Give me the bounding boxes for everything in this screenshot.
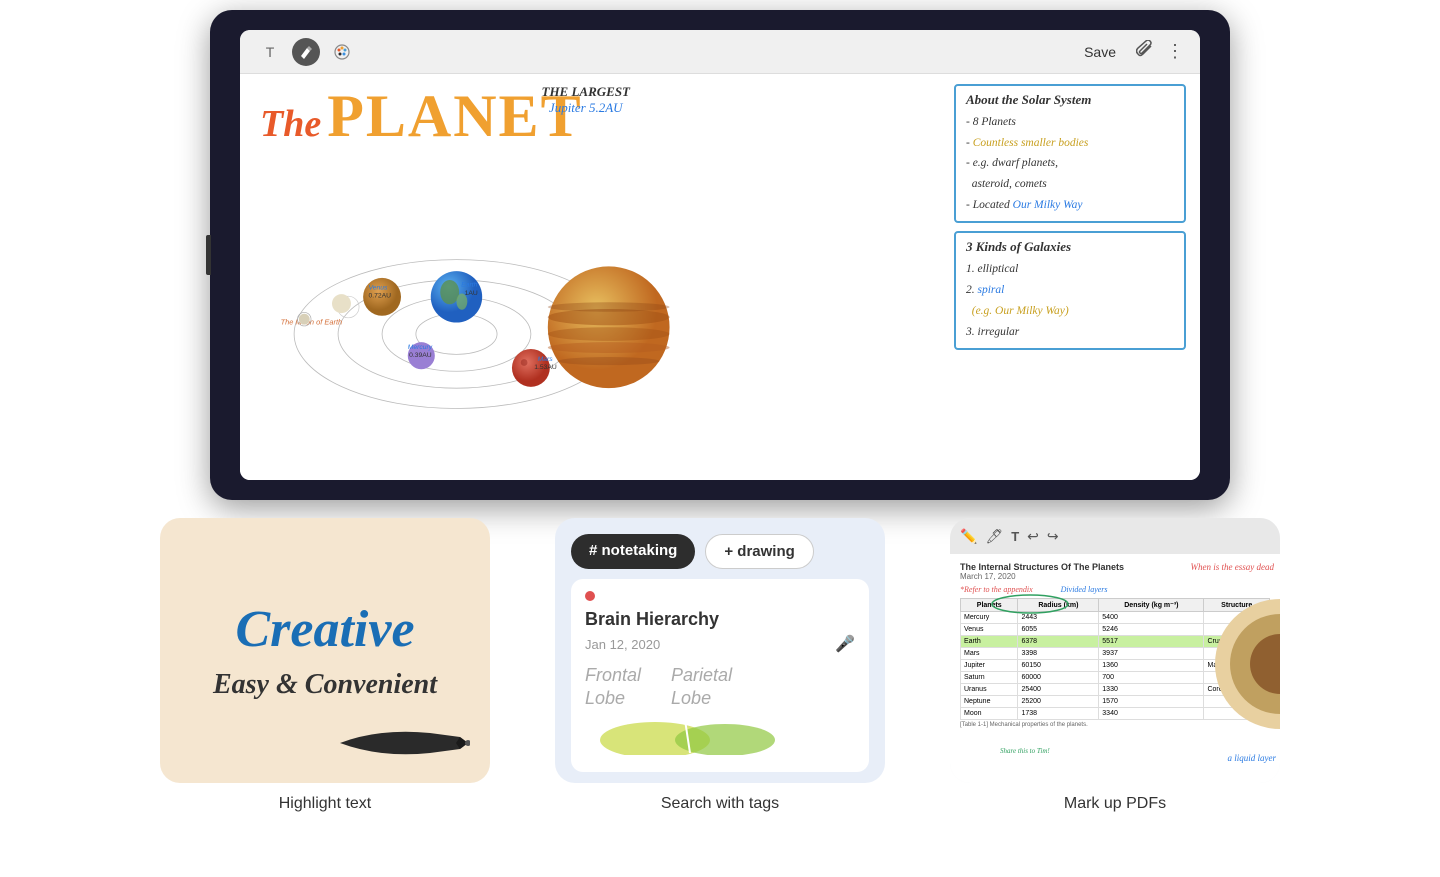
search-content: # notetaking + drawing Brain Hierarchy J… [555,518,885,783]
handwritten-note: When is the essay dead [1191,562,1274,572]
easy-text: Easy & Convenient [213,669,437,701]
note-milky-way: (e.g. Our Milky Way) [966,301,1174,322]
svg-text:Venus: Venus [369,284,389,291]
note-title: Brain Hierarchy [585,609,855,630]
svg-text:The Moon of Earth: The Moon of Earth [281,318,343,327]
share-annotation: Share this to Tim! [1000,747,1050,755]
creative-text: Creative [235,601,414,658]
svg-text:0.72AU: 0.72AU [369,293,392,300]
note-irregular: 3. irregular [966,322,1174,343]
frontal-lobe-label: FrontalLobe [585,664,641,711]
planet-diagram-area: The PLANET THE LARGEST Jupiter 5.2AU [240,74,940,480]
highlight-text-label: Highlight text [279,795,372,813]
markup-text-icon[interactable]: T [1011,529,1019,544]
search-tags-visual: # notetaking + drawing Brain Hierarchy J… [555,518,885,783]
note-item-examples2: asteroid, comets [966,174,1174,195]
palette-tool-button[interactable] [328,38,356,66]
pen-tool-button[interactable] [292,38,320,66]
col-radius: Radius (km) [1018,599,1099,612]
highlight-content: Creative Easy & Convenient [160,518,490,783]
markup-pdfs-visual: ✏️ 🖊 T ↩ ↪ The Internal Structures Of Th… [950,518,1280,783]
feature-cards-section: Creative Easy & Convenient Highlight tex… [160,518,1280,813]
col-density: Density (kg m⁻³) [1099,599,1204,612]
drawing-tag[interactable]: + drawing [705,534,813,569]
divided-text: Divided layers [1061,585,1108,594]
solar-system-diagram: Mars 1.53AU Earth [240,134,700,480]
note-date: Jan 12, 2020 [585,637,660,652]
markup-pdfs-label: Mark up PDFs [1064,795,1166,813]
liquid-layer-text: a liquid layer [1228,753,1277,763]
largest-value: Jupiter 5.2AU [542,100,631,116]
galaxies-notes-box: 3 Kinds of Galaxies 1. elliptical 2. spi… [954,231,1186,350]
stylus-icon [340,723,470,763]
markup-content: ✏️ 🖊 T ↩ ↪ The Internal Structures Of Th… [950,518,1280,783]
search-tags-label: Search with tags [661,795,779,813]
brain-diagram [585,715,785,755]
markup-pdfs-card: ✏️ 🖊 T ↩ ↪ The Internal Structures Of Th… [950,518,1280,813]
markup-undo-icon[interactable]: ↩ [1027,528,1039,545]
note-date-row: Jan 12, 2020 🎤 [585,634,855,654]
tablet-side-button [206,235,211,275]
svg-text:1.53AU: 1.53AU [534,364,557,371]
note-body-preview: FrontalLobe ParietalLobe [585,664,855,711]
note-item-planets: - 8 Planets [966,112,1174,133]
galaxies-notes-list: 1. elliptical 2. spiral (e.g. Our Milky … [966,259,1174,342]
largest-label: THE LARGEST [542,84,631,100]
markup-pen-icon[interactable]: ✏️ [960,528,977,545]
galaxies-box-title: 3 Kinds of Galaxies [966,239,1174,255]
parietal-lobe-label: ParietalLobe [671,664,732,711]
notes-area: About the Solar System - 8 Planets - Cou… [940,74,1200,480]
note-red-dot [585,591,595,601]
solar-system-notes-list: - 8 Planets - Countless smaller bodies -… [966,112,1174,215]
creative-container: Creative [160,600,490,659]
canvas-area: The PLANET THE LARGEST Jupiter 5.2AU [240,74,1200,480]
markup-highlight-icon[interactable]: 🖊 [985,528,1003,545]
solar-system-box-title: About the Solar System [966,92,1174,108]
markup-redo-icon[interactable]: ↪ [1047,528,1059,545]
highlight-text-visual: Creative Easy & Convenient [160,518,490,783]
save-button[interactable]: Save [1084,44,1116,60]
largest-planet-box: THE LARGEST Jupiter 5.2AU [542,84,631,116]
planet-cross-section [1210,574,1280,754]
svg-text:0.39AU: 0.39AU [409,352,432,359]
text-tool-button[interactable]: T [256,38,284,66]
col-planet: Planets [961,599,1018,612]
markup-document: The Internal Structures Of The Planets M… [950,554,1280,783]
note-item-examples: - e.g. dwarf planets, [966,153,1174,174]
svg-text:Earth: Earth [461,282,477,289]
note-spiral: 2. spiral [966,280,1174,301]
svg-text:Mars: Mars [538,356,554,363]
attach-icon[interactable] [1136,40,1154,63]
tablet-toolbar: T Save [240,30,1200,74]
note-elliptical: 1. elliptical [966,259,1174,280]
refer-text: *Refer to the appendix [960,585,1033,594]
notetaking-tag[interactable]: # notetaking [571,534,695,569]
tablet-screen: T Save [240,30,1200,480]
search-tags-card: # notetaking + drawing Brain Hierarchy J… [555,518,885,813]
solar-system-notes-box: About the Solar System - 8 Planets - Cou… [954,84,1186,223]
search-note-card: Brain Hierarchy Jan 12, 2020 🎤 FrontalLo… [571,579,869,772]
note-item-smaller-bodies: - Countless smaller bodies [966,133,1174,154]
more-options-icon[interactable]: ⋮ [1166,41,1184,62]
mic-icon: 🎤 [835,634,855,654]
svg-text:Mercury: Mercury [408,344,433,351]
svg-text:1AU: 1AU [465,290,478,297]
tag-row: # notetaking + drawing [571,534,869,569]
tablet-section: T Save [0,0,1440,500]
highlight-text-card: Creative Easy & Convenient Highlight tex… [160,518,490,813]
note-item-location: - Located Our Milky Way [966,195,1174,216]
tablet-frame: T Save [210,10,1230,500]
markup-toolbar: ✏️ 🖊 T ↩ ↪ [950,518,1280,554]
